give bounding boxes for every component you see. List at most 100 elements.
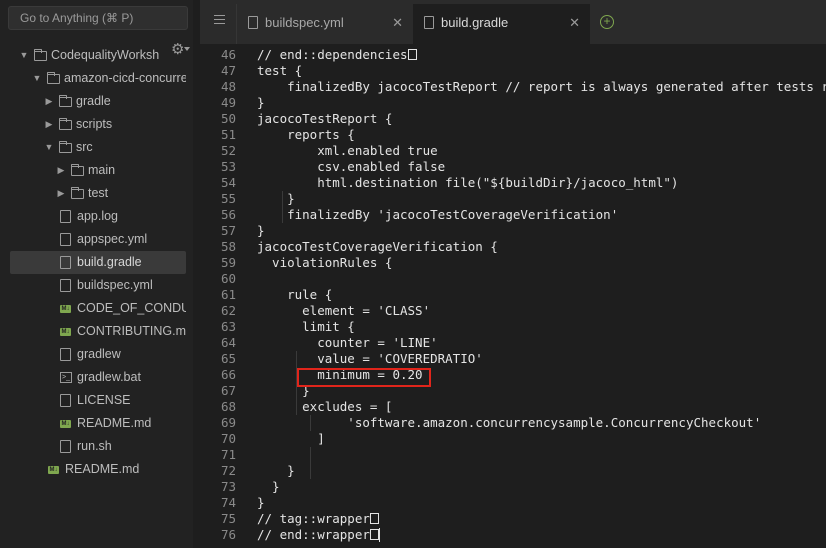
code-line[interactable]: 59 violationRules { xyxy=(200,255,826,271)
code-line[interactable]: 62 element = 'CLASS' xyxy=(200,303,826,319)
tree-item-label: appspec.yml xyxy=(77,232,148,246)
menu-icon[interactable] xyxy=(214,15,225,24)
code-line[interactable]: 52 xml.enabled true xyxy=(200,143,826,159)
chevron-down-icon[interactable]: ▼ xyxy=(44,136,54,159)
code-line[interactable]: 66 minimum = 0.20 xyxy=(200,367,826,383)
code-content: jacocoTestReport { xyxy=(257,111,393,126)
code-line[interactable]: 51 reports { xyxy=(200,127,826,143)
code-text: excludes = [ xyxy=(257,399,392,415)
code-line[interactable]: 53 csv.enabled false xyxy=(200,159,826,175)
code-line[interactable]: 46 // end::dependencies xyxy=(200,47,826,63)
line-number: 46 xyxy=(220,47,236,62)
chevron-down-icon[interactable]: ▼ xyxy=(32,67,42,90)
code-line[interactable]: 72 } xyxy=(200,463,826,479)
tree-file[interactable]: M↓ CODE_OF_CONDUC xyxy=(10,297,186,320)
code-content: test { xyxy=(257,63,303,78)
code-line[interactable]: 64 counter = 'LINE' xyxy=(200,335,826,351)
tree-folder[interactable]: ▼ CodequalityWorksh xyxy=(10,44,186,67)
chevron-right-icon[interactable]: ▶ xyxy=(44,90,54,113)
markdown-icon: M↓ xyxy=(60,420,71,428)
line-number: 49 xyxy=(220,95,236,110)
code-line[interactable]: 76 // end::wrapper xyxy=(200,527,826,543)
code-line[interactable]: 49} xyxy=(200,95,826,111)
code-line[interactable]: 58 jacocoTestCoverageVerification { xyxy=(200,239,826,255)
code-line[interactable]: 56 finalizedBy 'jacocoTestCoverageVerifi… xyxy=(200,207,826,223)
code-text: } xyxy=(257,191,295,207)
chevron-right-icon[interactable]: ▶ xyxy=(56,182,66,205)
code-line[interactable]: 61 rule { xyxy=(200,287,826,303)
code-line[interactable]: 48 finalizedBy jacocoTestReport // repor… xyxy=(200,79,826,95)
chevron-down-icon[interactable]: ▼ xyxy=(19,44,29,67)
tree-folder[interactable]: ▼ src xyxy=(10,136,186,159)
code-text: finalizedBy 'jacocoTestCoverageVerificat… xyxy=(257,207,618,223)
line-number: 60 xyxy=(220,271,236,286)
tree-file[interactable]: LICENSE xyxy=(10,389,186,412)
code-line[interactable]: 57} xyxy=(200,223,826,239)
tab-build-gradle[interactable]: build.gradle ✕ xyxy=(413,4,590,44)
code-line[interactable]: 47 test { xyxy=(200,63,826,79)
file-icon xyxy=(60,210,71,223)
tree-folder[interactable]: ▼ amazon-cicd-concurren xyxy=(10,67,186,90)
code-line[interactable]: 50 jacocoTestReport { xyxy=(200,111,826,127)
code-line[interactable]: 67 } xyxy=(200,383,826,399)
tree-file[interactable]: buildspec.yml xyxy=(10,274,186,297)
tree-file[interactable]: M↓ README.md xyxy=(10,412,186,435)
tree-item-label: CODE_OF_CONDUC xyxy=(77,301,186,315)
code-line[interactable]: 69 'software.amazon.concurrencysample.Co… xyxy=(200,415,826,431)
tree-file[interactable]: M↓ README.md xyxy=(10,458,186,481)
code-line[interactable]: 60 xyxy=(200,271,826,287)
tree-file[interactable]: appspec.yml xyxy=(10,228,186,251)
unprintable-char-marker xyxy=(369,513,379,524)
code-editor: buildspec.yml ✕ build.gradle ✕ + 46 // en… xyxy=(200,0,826,548)
chevron-right-icon[interactable]: ▶ xyxy=(44,113,54,136)
code-line[interactable]: 74} xyxy=(200,495,826,511)
add-tab-icon[interactable]: + xyxy=(600,15,614,29)
markdown-icon: M↓ xyxy=(60,305,71,313)
code-text: } xyxy=(257,479,280,495)
tree-file[interactable]: gradlew xyxy=(10,343,186,366)
chevron-right-icon[interactable]: ▶ xyxy=(56,159,66,182)
code-line[interactable]: 75 // tag::wrapper xyxy=(200,511,826,527)
tree-item-label: scripts xyxy=(76,117,113,131)
code-content: } xyxy=(257,495,265,510)
code-line[interactable]: 63 limit { xyxy=(200,319,826,335)
go-to-anything-input[interactable]: Go to Anything (⌘ P) xyxy=(8,6,188,30)
code-line[interactable]: 55 } xyxy=(200,191,826,207)
code-line[interactable]: 71 xyxy=(200,447,826,463)
tree-folder[interactable]: ▶ scripts xyxy=(10,113,186,136)
code-text: violationRules { xyxy=(257,255,392,271)
line-number: 63 xyxy=(220,319,236,334)
tree-file[interactable]: build.gradle xyxy=(10,251,186,274)
tab-buildspec[interactable]: buildspec.yml ✕ xyxy=(236,4,413,44)
tree-file[interactable]: run.sh xyxy=(10,435,186,458)
tree-file[interactable]: M↓ CONTRIBUTING.md xyxy=(10,320,186,343)
tree-item-label: CodequalityWorksh xyxy=(51,48,160,62)
tree-folder[interactable]: ▶ test xyxy=(10,182,186,205)
code-content: reports { xyxy=(257,127,355,142)
tree-item-label: README.md xyxy=(65,462,140,476)
code-text: // end::wrapper xyxy=(257,527,380,543)
tree-folder[interactable]: ▶ gradle xyxy=(10,90,186,113)
close-icon[interactable]: ✕ xyxy=(569,4,580,42)
code-text: jacocoTestCoverageVerification { xyxy=(257,239,498,255)
code-line[interactable]: 65 value = 'COVEREDRATIO' xyxy=(200,351,826,367)
code-line[interactable]: 68 excludes = [ xyxy=(200,399,826,415)
tree-file[interactable]: >_ gradlew.bat xyxy=(10,366,186,389)
code-text: value = 'COVEREDRATIO' xyxy=(257,351,483,367)
tree-folder[interactable]: ▶ main xyxy=(10,159,186,182)
tree-item-label: gradlew xyxy=(77,347,121,361)
close-icon[interactable]: ✕ xyxy=(392,4,403,42)
tab-label: buildspec.yml xyxy=(265,15,344,30)
code-text: } xyxy=(257,463,295,479)
line-number: 58 xyxy=(220,239,236,254)
code-content: } xyxy=(257,191,295,206)
code-line[interactable]: 54 html.destination file("${buildDir}/ja… xyxy=(200,175,826,191)
tree-item-label: src xyxy=(76,140,93,154)
code-line[interactable]: 73 } xyxy=(200,479,826,495)
tree-item-label: amazon-cicd-concurren xyxy=(64,71,186,85)
tree-file[interactable]: app.log xyxy=(10,205,186,228)
markdown-icon: M↓ xyxy=(60,328,71,336)
code-content: // tag::wrapper xyxy=(257,511,370,526)
code-line[interactable]: 70 ] xyxy=(200,431,826,447)
folder-icon xyxy=(47,72,60,84)
